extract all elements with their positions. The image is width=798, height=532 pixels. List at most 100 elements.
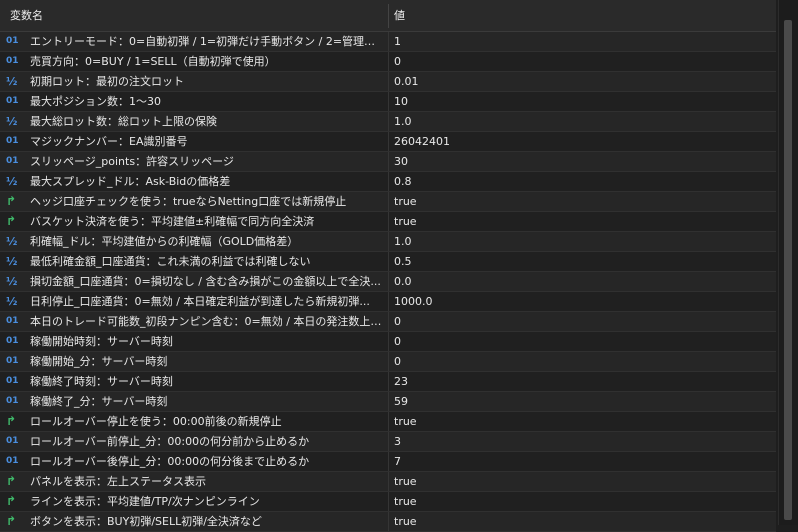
parameter-row[interactable]: 01 ロールオーバー前停止_分：00:00の何分前から止めるか 3 — [0, 432, 776, 452]
parameter-row[interactable]: ↱ ヘッジ口座チェックを使う：trueならNetting口座では新規停止 true — [0, 192, 776, 212]
scrollbar-thumb[interactable] — [784, 20, 792, 520]
parameter-row[interactable]: 01 稼働開始時刻：サーバー時刻 0 — [0, 332, 776, 352]
parameter-row[interactable]: ½ 初期ロット：最初の注文ロット 0.01 — [0, 72, 776, 92]
parameter-row[interactable]: 01 稼働終了_分：サーバー時刻 59 — [0, 392, 776, 412]
parameter-row[interactable]: 01 本日のトレード可能数_初段ナンピン含む：0=無効 / 本日の発注数上限...… — [0, 312, 776, 332]
parameter-row[interactable]: ↱ バスケット決済を使う：平均建値±利確幅で同方向全決済 true — [0, 212, 776, 232]
parameter-name: 稼働開始時刻：サーバー時刻 — [30, 335, 173, 348]
cell-divider — [388, 32, 389, 51]
boolean-type-icon: ↱ — [6, 414, 17, 428]
parameter-row[interactable]: 01 ロールオーバー後停止_分：00:00の何分後まで止めるか 7 — [0, 452, 776, 472]
parameter-value[interactable]: 1000.0 — [394, 292, 764, 311]
cell-divider — [388, 372, 389, 391]
cell-divider — [388, 492, 389, 511]
parameter-value[interactable]: 23 — [394, 372, 764, 391]
parameter-name: ボタンを表示：BUY初弾/SELL初弾/全決済など — [30, 515, 262, 528]
parameter-row[interactable]: ½ 最大総ロット数：総ロット上限の保険 1.0 — [0, 112, 776, 132]
parameter-row[interactable]: ½ 最大スプレッド_ドル：Ask-Bidの価格差 0.8 — [0, 172, 776, 192]
double-type-icon: ½ — [6, 235, 18, 248]
boolean-type-icon: ↱ — [6, 194, 17, 208]
parameter-row[interactable]: ½ 損切金額_口座通貨：0=損切なし / 含む含み損がこの金額以上で全決... 0.… — [0, 272, 776, 292]
parameter-value[interactable]: 10 — [394, 92, 764, 111]
cell-divider — [388, 352, 389, 371]
parameter-row[interactable]: ↱ ラインを表示：平均建値/TP/次ナンピンライン true — [0, 492, 776, 512]
parameter-name: 売買方向：0=BUY / 1=SELL（自動初弾で使用） — [30, 55, 276, 68]
parameter-name: ロールオーバー後停止_分：00:00の何分後まで止めるか — [30, 455, 310, 468]
parameter-name: 本日のトレード可能数_初段ナンピン含む：0=無効 / 本日の発注数上限... — [30, 315, 386, 328]
parameter-value[interactable]: 30 — [394, 152, 764, 171]
column-header-value[interactable]: 値 — [394, 0, 405, 31]
parameter-row[interactable]: 01 スリッページ_points：許容スリッページ 30 — [0, 152, 776, 172]
integer-type-icon: 01 — [6, 456, 19, 466]
cell-divider — [388, 272, 389, 291]
cell-divider — [388, 412, 389, 431]
parameter-name: 利確幅_ドル：平均建値からの利確幅（GOLD価格差） — [30, 235, 299, 248]
double-type-icon: ½ — [6, 295, 18, 308]
parameter-name: 最低利確金額_口座通貨：これ未満の利益では利確しない — [30, 255, 311, 268]
column-header-name[interactable]: 変数名 — [10, 0, 43, 31]
parameter-value[interactable]: 0 — [394, 332, 764, 351]
parameter-row[interactable]: ½ 日利停止_口座通貨：0=無効 / 本日確定利益が到達したら新規初弾... 100… — [0, 292, 776, 312]
parameter-value[interactable]: 0 — [394, 352, 764, 371]
vertical-scrollbar[interactable] — [778, 0, 798, 525]
parameter-value[interactable]: 0.0 — [394, 272, 764, 291]
parameter-value[interactable]: true — [394, 192, 764, 211]
parameter-row[interactable]: 01 稼働開始_分：サーバー時刻 0 — [0, 352, 776, 372]
integer-type-icon: 01 — [6, 136, 19, 146]
parameter-name: マジックナンバー：EA識別番号 — [30, 135, 188, 148]
parameter-value[interactable]: 0.01 — [394, 72, 764, 91]
parameter-value[interactable]: 1 — [394, 32, 764, 51]
cell-divider — [388, 132, 389, 151]
parameter-value[interactable]: 3 — [394, 432, 764, 451]
parameter-row[interactable]: ↱ ロールオーバー停止を使う：00:00前後の新規停止 true — [0, 412, 776, 432]
cell-divider — [388, 72, 389, 91]
parameter-value[interactable]: 26042401 — [394, 132, 764, 151]
cell-divider — [388, 312, 389, 331]
parameter-name: 稼働終了_分：サーバー時刻 — [30, 395, 168, 408]
parameter-name: エントリーモード：0=自動初弾 / 1=初弾だけ手動ボタン / 2=管理専用(決… — [30, 35, 386, 48]
parameter-name: 最大ポジション数：1〜30 — [30, 95, 161, 108]
cell-divider — [388, 252, 389, 271]
parameter-value[interactable]: 0.8 — [394, 172, 764, 191]
parameter-name: バスケット決済を使う：平均建値±利確幅で同方向全決済 — [30, 215, 315, 228]
parameter-value[interactable]: 1.0 — [394, 112, 764, 131]
integer-type-icon: 01 — [6, 156, 19, 166]
parameter-value[interactable]: true — [394, 512, 764, 531]
parameter-row[interactable]: 01 売買方向：0=BUY / 1=SELL（自動初弾で使用） 0 — [0, 52, 776, 72]
cell-divider — [388, 232, 389, 251]
integer-type-icon: 01 — [6, 316, 19, 326]
parameter-value[interactable]: true — [394, 412, 764, 431]
cell-divider — [388, 192, 389, 211]
integer-type-icon: 01 — [6, 36, 19, 46]
cell-divider — [388, 212, 389, 231]
parameter-row[interactable]: ½ 最低利確金額_口座通貨：これ未満の利益では利確しない 0.5 — [0, 252, 776, 272]
parameter-value[interactable]: 0 — [394, 312, 764, 331]
parameter-name: 最大スプレッド_ドル：Ask-Bidの価格差 — [30, 175, 231, 188]
integer-type-icon: 01 — [6, 336, 19, 346]
integer-type-icon: 01 — [6, 436, 19, 446]
parameter-value[interactable]: 59 — [394, 392, 764, 411]
parameter-value[interactable]: true — [394, 212, 764, 231]
parameter-row[interactable]: ½ 利確幅_ドル：平均建値からの利確幅（GOLD価格差） 1.0 — [0, 232, 776, 252]
parameter-value[interactable]: 0 — [394, 52, 764, 71]
cell-divider — [388, 292, 389, 311]
parameter-row[interactable]: ↱ ボタンを表示：BUY初弾/SELL初弾/全決済など true — [0, 512, 776, 532]
double-type-icon: ½ — [6, 275, 18, 288]
parameter-value[interactable]: true — [394, 492, 764, 511]
parameter-row[interactable]: 01 エントリーモード：0=自動初弾 / 1=初弾だけ手動ボタン / 2=管理専用… — [0, 32, 776, 52]
parameter-value[interactable]: 7 — [394, 452, 764, 471]
parameter-name: 最大総ロット数：総ロット上限の保険 — [30, 115, 217, 128]
parameter-name: 稼働開始_分：サーバー時刻 — [30, 355, 168, 368]
parameter-row[interactable]: 01 マジックナンバー：EA識別番号 26042401 — [0, 132, 776, 152]
double-type-icon: ½ — [6, 75, 18, 88]
parameter-row[interactable]: 01 稼働終了時刻：サーバー時刻 23 — [0, 372, 776, 392]
cell-divider — [388, 112, 389, 131]
parameter-name: ラインを表示：平均建値/TP/次ナンピンライン — [30, 495, 260, 508]
parameter-value[interactable]: 1.0 — [394, 232, 764, 251]
parameter-value[interactable]: 0.5 — [394, 252, 764, 271]
column-divider[interactable] — [388, 4, 389, 28]
integer-type-icon: 01 — [6, 396, 19, 406]
parameter-value[interactable]: true — [394, 472, 764, 491]
parameter-row[interactable]: 01 最大ポジション数：1〜30 10 — [0, 92, 776, 112]
parameter-row[interactable]: ↱ パネルを表示：左上ステータス表示 true — [0, 472, 776, 492]
